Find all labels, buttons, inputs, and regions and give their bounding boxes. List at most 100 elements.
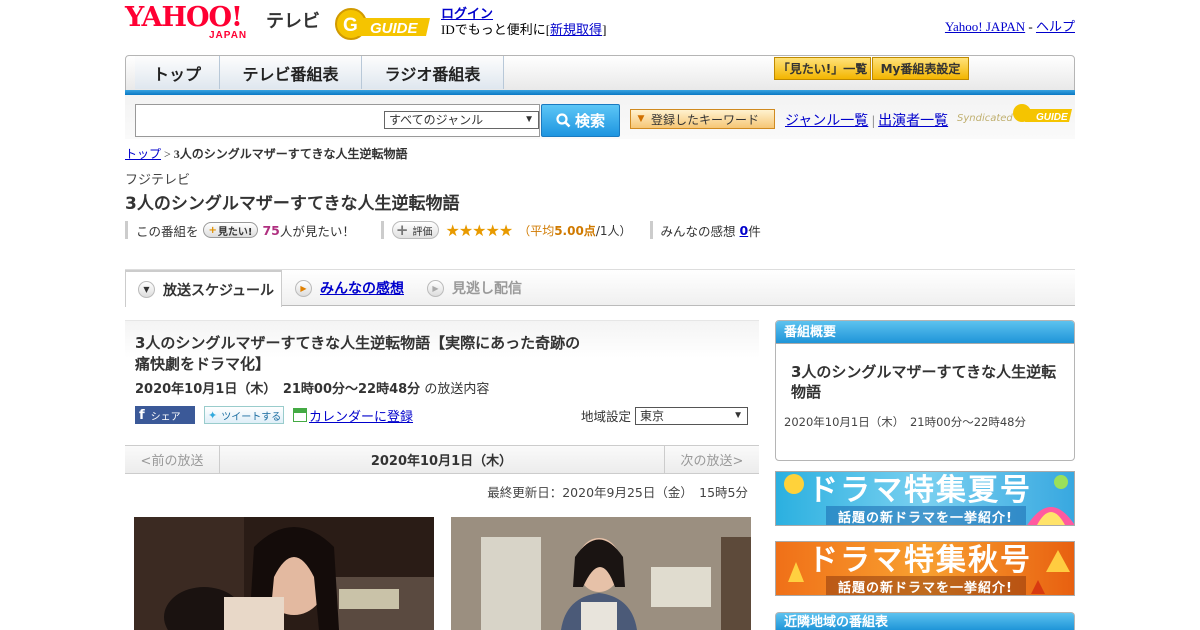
tab-schedule[interactable]: ▼ 放送スケジュール [125,270,282,307]
search-icon [556,113,571,128]
avg-value: 5.00点 [554,223,596,238]
region-select-value: 東京 [640,408,665,423]
plus-icon: + [395,221,409,239]
gguide-logo: G GUIDE [334,6,432,42]
svg-text:G: G [343,15,358,36]
facebook-icon: f [139,407,145,423]
share-row: f シェア ✦ ツイートする カレンダーに登録 [135,406,413,425]
mitai-list-button[interactable]: 「見たい!」一覧 [774,57,871,80]
gguide-small-icon: GUIDE [1013,104,1072,123]
breadcrumb-current: 3人のシングルマザーすてきな人生逆転物語 [173,147,408,161]
calendar-register-link[interactable]: カレンダーに登録 [293,406,413,425]
rating-average: （平均5.00点/1人） [518,222,631,239]
nav-tab-tv-schedule[interactable]: テレビ番組表 [220,56,362,89]
chevron-right-icon: ▶ [427,279,444,297]
reviews-label: みんなの感想 [660,223,736,239]
genre-list-link[interactable]: ジャンル一覧 [785,114,868,129]
region-setting: 地域設定 東京 ▼ [581,406,749,425]
banner-summer-title: ドラマ特集夏号 [808,473,1032,508]
header-link-separator: - [1028,19,1033,34]
login-link[interactable]: ログイン [441,6,493,21]
search-links: ジャンル一覧 | 出演者一覧 [785,110,948,130]
banner-autumn-title: ドラマ特集秋号 [808,543,1032,578]
syndicated-text: Syndicated [957,113,1013,124]
region-label: 地域設定 [581,409,632,424]
login-area: ログイン IDでもっと便利に[新規取得] [441,6,606,38]
tweet-label: ツイートする [221,411,282,423]
register-link[interactable]: 新規取得 [550,22,602,37]
rate-button[interactable]: + 評価 [391,221,440,239]
banner-autumn-subtitle: 話題の新ドラマを一挙紹介! [838,581,1013,596]
last-updated: 最終更新日：2020年9月25日（金） 15時5分 [487,485,748,500]
search-button-label: 検索 [574,112,605,130]
yahoo-logo-text: YAHOO! [125,2,243,33]
tab-missed[interactable]: ▶ 見逃し配信 [427,270,547,306]
divider [125,221,128,239]
yahoo-japan-logo[interactable]: YAHOO! JAPAN [125,2,246,42]
breadcrumb-top-link[interactable]: トップ [125,147,161,161]
search-button[interactable]: 検索 [541,104,620,137]
mitai-count: 75 [262,222,280,238]
keyword-button[interactable]: ▼ 登録したキーワード [630,109,775,129]
episode-time: 2020年10月1日（木） 21時00分～22時48分 の放送内容 [135,378,489,397]
day-navigation: <前の放送 2020年10月1日（木） 次の放送> [125,445,759,474]
facebook-share-button[interactable]: f シェア [135,406,195,424]
my-schedule-button[interactable]: My番組表設定 [872,57,969,80]
login-note-close: ] [602,22,607,37]
yahoo-japan-link[interactable]: Yahoo! JAPAN [945,19,1025,34]
tab-missed-label: 見逃し配信 [452,281,522,297]
keyword-button-label: 登録したキーワード [651,112,760,127]
episode-title: 3人のシングルマザーすてきな人生逆転物語【実際にあった奇跡の痛快劇をドラマ化】 [135,334,581,373]
rating-stars: ★★★★★ [445,220,513,240]
main-nav: トップ テレビ番組表 ラジオ番組表 「見たい!」一覧 My番組表設定 [125,55,1075,95]
triangle-down-icon: ▼ [637,114,645,124]
mitai-button[interactable]: + 見たい! [202,222,259,238]
tweet-button[interactable]: ✦ ツイートする [204,406,284,424]
avg-close: /1人） [595,223,632,238]
divider [380,221,384,239]
breadcrumb-separator: > [164,147,171,161]
reviews-count-link[interactable]: 0 [740,223,749,238]
tv-logo-text[interactable]: テレビ [266,7,320,33]
next-broadcast-link[interactable]: 次の放送> [664,446,759,473]
calendar-label: カレンダーに登録 [309,409,414,425]
program-meta-row: この番組を + 見たい! 75 人が見たい！ + 評価 ★★★★★ （平均5.00点… [125,220,761,240]
help-link[interactable]: ヘルプ [1036,19,1075,34]
breadcrumb: トップ > 3人のシングルマザーすてきな人生逆転物語 [125,145,408,162]
svg-text:GUIDE: GUIDE [1036,112,1068,123]
episode-photo [134,517,434,630]
chevron-down-icon: ▼ [524,114,534,125]
mitai-suffix: 人が見たい！ [279,223,355,239]
twitter-icon: ✦ [208,408,218,422]
link-separator: | [871,114,875,129]
region-select[interactable]: 東京 ▼ [635,406,749,425]
program-tabs: ▼ 放送スケジュール ▶ みんなの感想 ▶ 見逃し配信 [125,270,1075,307]
current-broadcast-date: 2020年10月1日（木） [370,454,513,469]
chevron-right-icon: ▶ [295,279,312,297]
calendar-icon [293,408,307,422]
header-links: Yahoo! JAPAN - ヘルプ [945,16,1075,35]
tab-schedule-label: 放送スケジュール [163,282,275,299]
tab-reviews[interactable]: ▶ みんなの感想 [295,270,415,306]
plus-icon: + [208,224,217,236]
page-title: 3人のシングルマザーすてきな人生逆転物語 [125,194,460,214]
reviews-suffix: 件 [748,223,761,239]
episode-date: 2020年10月1日（木） 21時00分～22時48分 [135,382,421,397]
banner-summer-subtitle: 話題の新ドラマを一挙紹介! [838,511,1013,526]
episode-date-suffix: の放送内容 [424,382,490,397]
station-name: フジテレビ [125,173,191,188]
nav-tab-top[interactable]: トップ [135,56,220,89]
genre-select[interactable]: すべてのジャンル ▼ [384,111,539,129]
chevron-down-icon: ▼ [733,409,744,421]
performer-list-link[interactable]: 出演者一覧 [878,114,948,129]
episode-photo [451,517,751,630]
genre-select-value: すべてのジャンル [389,113,484,127]
drama-summer-banner[interactable]: ドラマ特集夏号 話題の新ドラマを一挙紹介! [775,471,1075,526]
this-program-label: この番組を [136,223,199,239]
tab-reviews-label: みんなの感想 [320,281,404,297]
svg-text:GUIDE: GUIDE [370,20,419,37]
nav-tab-radio-schedule[interactable]: ラジオ番組表 [362,56,504,89]
prev-broadcast-link[interactable]: <前の放送 [125,446,220,473]
drama-autumn-banner[interactable]: ドラマ特集秋号 話題の新ドラマを一挙紹介! [775,541,1075,596]
mitai-button-label: 見たい! [217,226,253,238]
